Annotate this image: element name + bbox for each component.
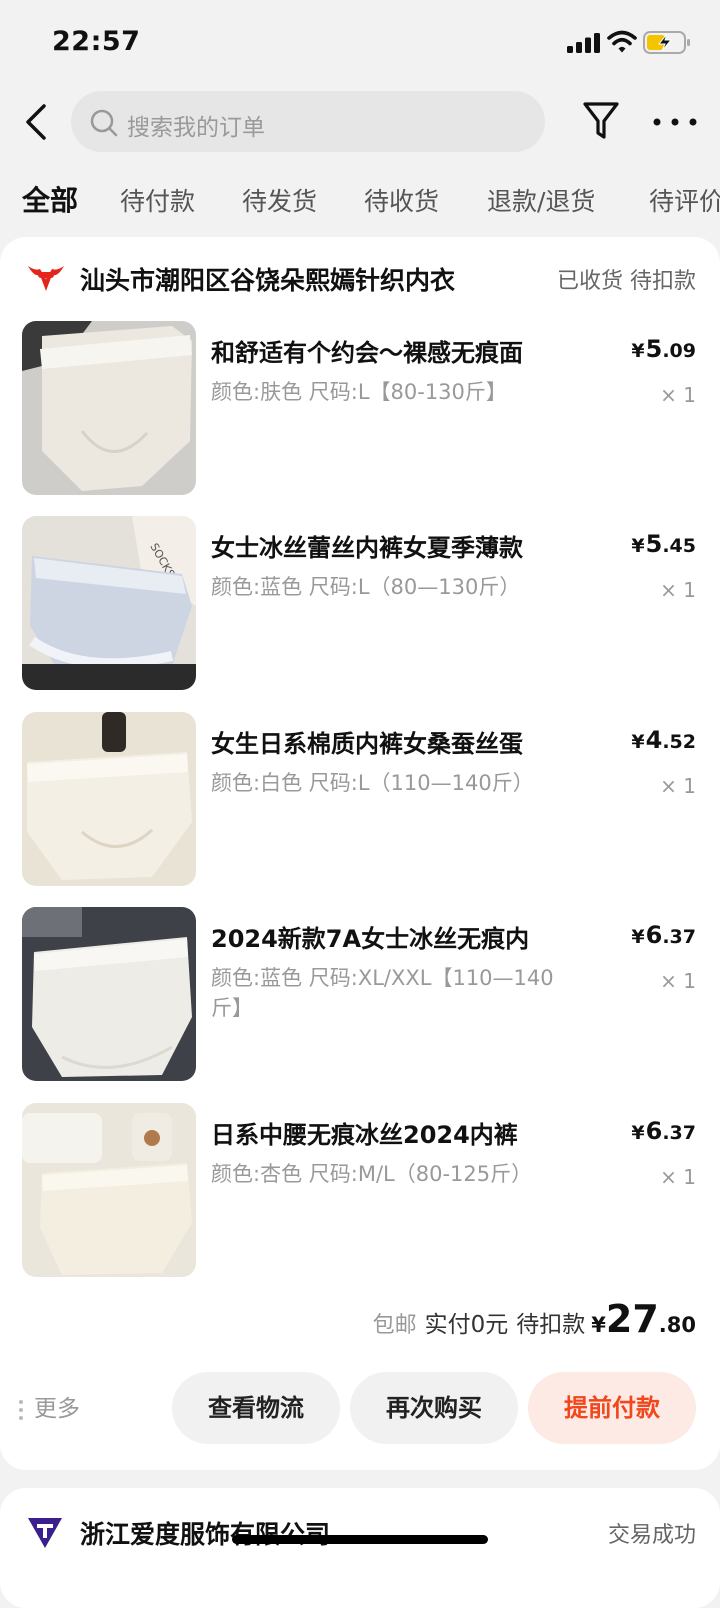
product-spec: 颜色:白色 尺码:L（110—140斤）	[211, 771, 534, 795]
product-quantity: × 1	[660, 774, 696, 798]
product-title[interactable]: 2024新款7A女士冰丝无痕内	[211, 919, 571, 954]
order-item[interactable]: 和舒适有个约会～裸感无痕面 颜色:肤色 尺码:L【80-130斤】 ¥5.09 …	[0, 321, 720, 496]
order-item[interactable]: 2024新款7A女士冰丝无痕内 颜色:蓝色 尺码:XL/XXL【110—140斤…	[0, 907, 720, 1082]
product-price: ¥6.37	[631, 1117, 696, 1145]
tab-refund[interactable]: 退款/退货	[487, 182, 595, 218]
home-indicator[interactable]	[232, 1535, 488, 1544]
order-tabs: 全部 待付款 待发货 待收货 退款/退货 待评价	[0, 174, 720, 224]
order-status: 交易成功	[607, 1523, 696, 1548]
tab-all[interactable]: 全部	[22, 179, 78, 219]
cellular-signal-icon	[567, 33, 600, 53]
tab-to-ship[interactable]: 待发货	[242, 182, 317, 218]
pending-label: 待扣款	[516, 1312, 586, 1338]
view-logistics-button[interactable]: 查看物流	[172, 1372, 340, 1444]
paid-amount-label: 实付0元	[424, 1312, 509, 1338]
shop-logo-icon	[28, 1518, 62, 1548]
product-spec: 颜色:肤色 尺码:L【80-130斤】	[211, 380, 507, 404]
product-spec: 颜色:蓝色 尺码:L（80—130斤）	[211, 575, 521, 599]
filter-icon[interactable]	[582, 100, 620, 142]
product-spec: 颜色:杏色 尺码:M/L（80-125斤）	[211, 1162, 533, 1186]
more-options-icon[interactable]	[652, 110, 698, 134]
wifi-icon	[607, 30, 637, 53]
total-amount-dec: .80	[658, 1313, 696, 1337]
order-card[interactable]: 汕头市潮阳区谷饶朵熙嫣针织内衣 已收货 待扣款 和舒适有个约会～裸感无痕面 颜色…	[0, 237, 720, 1470]
order-item[interactable]: SOCKS 女士冰丝蕾丝内裤女夏季薄款 颜色:蓝色 尺码:L（80—130斤） …	[0, 516, 720, 691]
order-item[interactable]: 女生日系棉质内裤女桑蚕丝蛋 颜色:白色 尺码:L（110—140斤） ¥4.52…	[0, 712, 720, 887]
more-label: 更多	[34, 1396, 80, 1422]
product-quantity: × 1	[660, 578, 696, 602]
back-arrow-icon[interactable]	[22, 102, 52, 142]
product-title[interactable]: 和舒适有个约会～裸感无痕面	[211, 333, 571, 368]
total-currency: ¥	[591, 1313, 606, 1337]
tab-to-receive[interactable]: 待收货	[364, 182, 439, 218]
product-price: ¥6.37	[631, 921, 696, 949]
product-quantity: × 1	[660, 383, 696, 407]
product-image[interactable]: SOCKS	[22, 516, 196, 690]
product-quantity: × 1	[660, 969, 696, 993]
order-summary: 包邮 实付0元 待扣款 ¥27.80	[373, 1297, 696, 1341]
tab-to-review[interactable]: 待评价	[649, 182, 720, 218]
more-actions-link[interactable]: 更多	[18, 1389, 80, 1423]
product-title[interactable]: 女士冰丝蕾丝内裤女夏季薄款	[211, 528, 571, 563]
search-placeholder: 搜索我的订单	[127, 115, 265, 141]
shop-name[interactable]: 浙江爱度服饰有限公司	[80, 1515, 330, 1551]
product-quantity: × 1	[660, 1165, 696, 1189]
status-bar: 22:57	[0, 0, 720, 86]
product-image[interactable]	[22, 712, 196, 886]
product-title[interactable]: 日系中腰无痕冰丝2024内裤	[211, 1115, 571, 1150]
vertical-dots-icon	[19, 1399, 23, 1420]
product-image[interactable]	[22, 1103, 196, 1277]
top-bar: 搜索我的订单	[0, 88, 720, 156]
product-spec: 颜色:蓝色 尺码:XL/XXL【110—140斤】	[211, 966, 554, 1020]
tab-pending-payment[interactable]: 待付款	[120, 182, 195, 218]
order-status: 已收货 待扣款	[557, 269, 696, 294]
order-item[interactable]: 日系中腰无痕冰丝2024内裤 颜色:杏色 尺码:M/L（80-125斤） ¥6.…	[0, 1103, 720, 1278]
product-price: ¥5.09	[631, 335, 696, 363]
shop-logo-icon	[28, 266, 64, 291]
total-amount-int: 27	[605, 1297, 659, 1341]
product-image[interactable]	[22, 321, 196, 495]
pay-early-button[interactable]: 提前付款	[528, 1372, 696, 1444]
order-card[interactable]: 浙江爱度服饰有限公司 交易成功	[0, 1488, 720, 1608]
status-time: 22:57	[52, 26, 141, 57]
buy-again-button[interactable]: 再次购买	[350, 1372, 518, 1444]
search-input[interactable]: 搜索我的订单	[71, 91, 545, 152]
search-icon	[90, 109, 118, 137]
battery-charging-icon	[643, 31, 690, 54]
shipping-label: 包邮	[372, 1313, 417, 1338]
shop-name[interactable]: 汕头市潮阳区谷饶朵熙嫣针织内衣	[80, 261, 455, 297]
product-image[interactable]	[22, 907, 196, 1081]
product-price: ¥5.45	[631, 530, 696, 558]
product-title[interactable]: 女生日系棉质内裤女桑蚕丝蛋	[211, 724, 571, 759]
product-price: ¥4.52	[631, 726, 696, 754]
